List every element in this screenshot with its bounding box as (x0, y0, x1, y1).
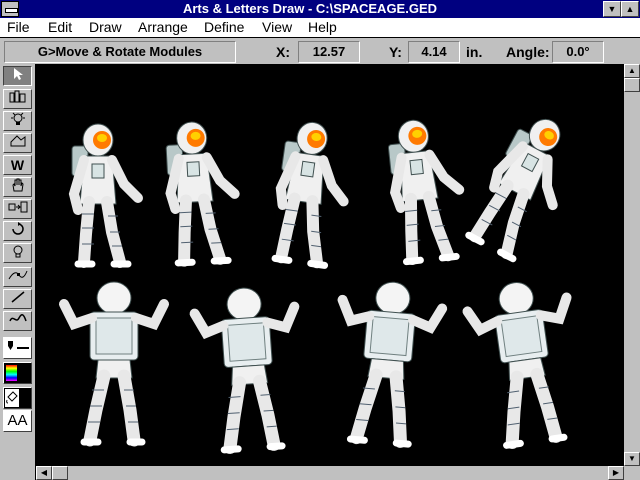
menu-help[interactable]: Help (308, 18, 337, 37)
horizontal-scroll-thumb[interactable] (52, 466, 68, 480)
shapes-icon[interactable] (3, 133, 32, 153)
minimize-icon[interactable]: ▼ (603, 1, 621, 17)
scroll-right-icon[interactable]: ▶ (608, 466, 624, 480)
x-coordinate: 12.57 (298, 41, 360, 63)
lightbulb-icon[interactable] (3, 111, 32, 131)
color-palette-icon[interactable] (3, 362, 32, 384)
astronaut-8 (331, 278, 445, 446)
scroll-corner (624, 466, 640, 480)
vertical-scrollbar[interactable]: ▲ ▼ (624, 64, 640, 466)
astronaut-5 (463, 109, 587, 264)
system-menu-icon[interactable] (1, 1, 19, 17)
mode-readout: G>Move & Rotate Modules (4, 41, 236, 63)
y-label: Y: (389, 44, 402, 60)
menu-edit[interactable]: Edit (48, 18, 72, 37)
menu-bar: File Edit Draw Arrange Define View Help (0, 18, 640, 38)
symbol-library-icon[interactable] (3, 89, 32, 109)
window-title: Arts & Letters Draw - C:\SPACEAGE.GED (182, 1, 438, 16)
astronaut-7 (193, 285, 304, 452)
menu-define[interactable]: Define (204, 18, 244, 37)
vertical-scroll-thumb[interactable] (624, 78, 640, 92)
astronaut-1 (72, 124, 138, 264)
scroll-up-icon[interactable]: ▲ (624, 64, 640, 78)
rotate-icon[interactable] (3, 221, 32, 241)
line-icon[interactable] (3, 289, 32, 309)
menu-draw[interactable]: Draw (89, 18, 122, 37)
astronaut-3 (269, 119, 354, 267)
bulb-select-icon[interactable] (3, 243, 32, 263)
node-path-icon[interactable] (3, 267, 32, 287)
scroll-left-icon[interactable]: ◀ (36, 466, 52, 480)
w-tool-icon[interactable]: W (3, 155, 32, 175)
horizontal-scrollbar[interactable]: ◀ ▶ (36, 466, 624, 480)
menu-file[interactable]: File (7, 18, 30, 37)
angle-value: 0.0° (552, 41, 604, 63)
menu-view[interactable]: View (262, 18, 292, 37)
astronaut-9 (464, 276, 585, 448)
freehand-icon[interactable] (3, 311, 32, 331)
hand-icon[interactable] (3, 177, 32, 197)
astronaut-2 (165, 120, 238, 263)
text-icon[interactable]: AA (3, 410, 32, 432)
drawing-canvas[interactable] (36, 64, 624, 466)
maximize-icon[interactable]: ▲ (621, 1, 639, 17)
scroll-down-icon[interactable]: ▼ (624, 452, 640, 466)
pointer-icon[interactable] (3, 66, 32, 86)
astronaut-6 (64, 282, 164, 442)
astronaut-4 (386, 116, 466, 262)
text-tool-label: AA (7, 412, 28, 429)
angle-label: Angle: (506, 44, 550, 60)
unit-label: in. (466, 44, 483, 60)
pen-style-icon[interactable] (3, 337, 32, 359)
fill-icon[interactable] (3, 387, 32, 409)
toolbox: W AA (0, 64, 36, 480)
y-coordinate: 4.14 (408, 41, 460, 63)
transform-icon[interactable] (3, 199, 32, 219)
x-label: X: (276, 44, 290, 60)
menu-arrange[interactable]: Arrange (138, 18, 188, 37)
